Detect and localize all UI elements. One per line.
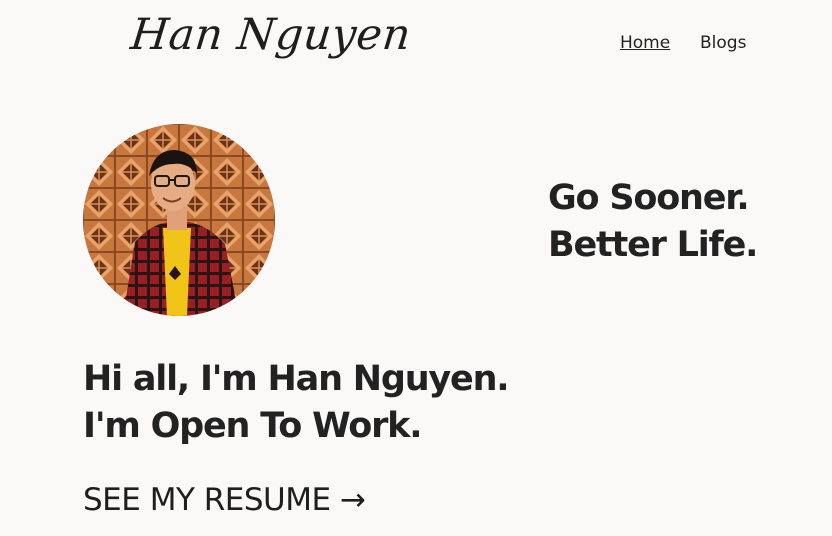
headline-line-1: Hi all, I'm Han Nguyen.: [83, 359, 510, 399]
profile-photo-icon: [83, 124, 275, 316]
nav-blogs-link[interactable]: Blogs: [700, 33, 746, 53]
site-logo[interactable]: Han Nguyen: [128, 10, 413, 60]
tagline-line-2: Better Life.: [548, 225, 758, 265]
hero-tagline: Go Sooner. Better Life.: [548, 175, 758, 269]
profile-avatar: [83, 124, 275, 316]
headline-line-2: I'm Open To Work.: [83, 406, 423, 446]
page: Han Nguyen Home Blogs Go Sooner. Better …: [0, 0, 832, 536]
nav-home-link[interactable]: Home: [620, 33, 670, 53]
hero-headline: Hi all, I'm Han Nguyen. I'm Open To Work…: [83, 356, 510, 450]
see-resume-link[interactable]: SEE MY RESUME →: [83, 482, 366, 518]
tagline-line-1: Go Sooner.: [548, 178, 750, 218]
